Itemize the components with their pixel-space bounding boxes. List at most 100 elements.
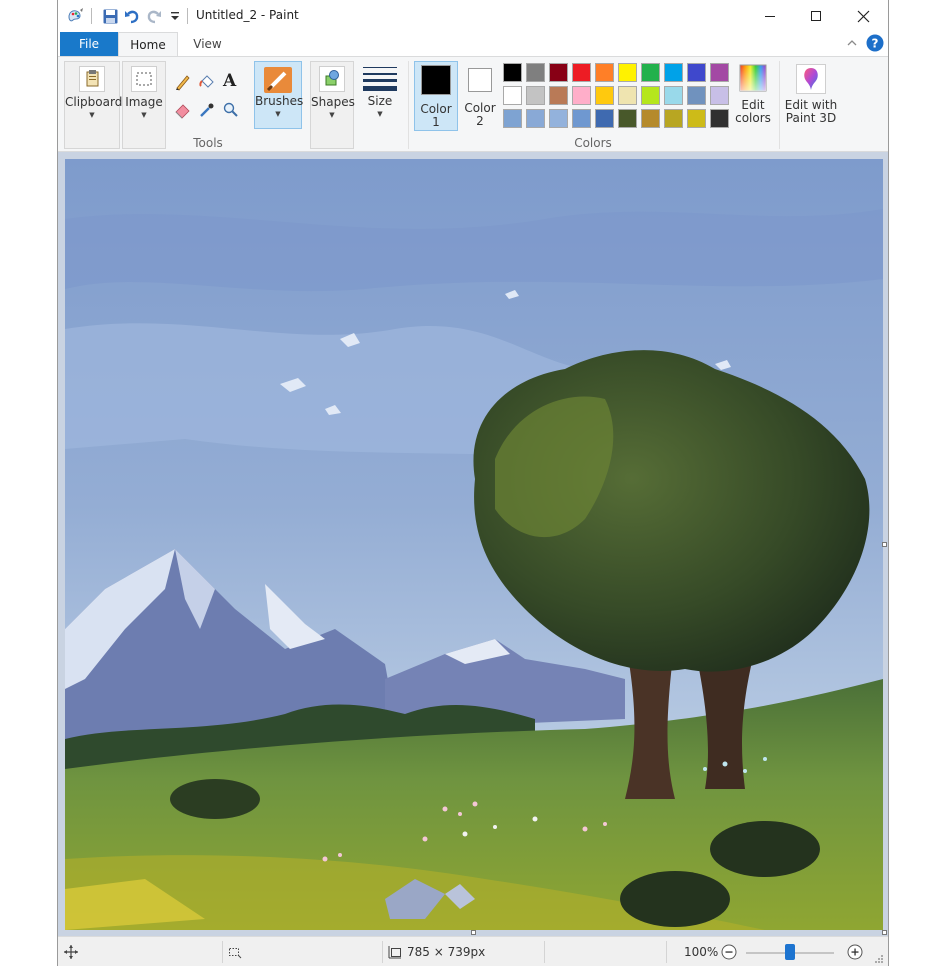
maximize-button[interactable] xyxy=(793,0,839,32)
palette-swatch[interactable] xyxy=(595,63,614,82)
qat-separator-2 xyxy=(186,7,190,25)
palette-swatch[interactable] xyxy=(526,63,545,82)
color1-button[interactable]: Color 1 xyxy=(414,61,458,131)
status-bar: 785 × 739px 100% xyxy=(58,936,888,966)
redo-icon[interactable] xyxy=(146,7,162,25)
canvas-dimensions: 785 × 739px xyxy=(407,945,486,959)
color-picker-icon[interactable] xyxy=(198,101,216,122)
canvas-size-icon xyxy=(388,945,402,962)
color2-swatch xyxy=(468,68,492,92)
clipboard-label: Clipboard xyxy=(65,95,123,109)
clipboard-button[interactable]: Clipboard ▼ xyxy=(64,61,123,149)
edit-colors-button[interactable]: Edit colors xyxy=(732,61,774,131)
palette-swatch[interactable] xyxy=(595,109,614,128)
undo-icon[interactable] xyxy=(124,7,140,25)
eraser-icon[interactable] xyxy=(174,101,192,122)
svg-text:?: ? xyxy=(872,37,879,51)
palette-swatch[interactable] xyxy=(549,63,568,82)
fill-icon[interactable] xyxy=(198,73,216,94)
magnifier-icon[interactable] xyxy=(222,101,240,122)
resize-handle-corner[interactable] xyxy=(882,930,887,935)
shapes-icon xyxy=(311,66,353,96)
text-icon[interactable]: A xyxy=(223,71,236,91)
close-button[interactable] xyxy=(840,0,886,32)
tab-view[interactable]: View xyxy=(180,32,235,56)
shapes-label: Shapes xyxy=(311,95,355,109)
collapse-ribbon-icon[interactable] xyxy=(846,37,858,51)
palette-swatch[interactable] xyxy=(572,109,591,128)
palette-swatch[interactable] xyxy=(710,86,729,105)
palette-swatch[interactable] xyxy=(572,86,591,105)
resize-handle-bottom[interactable] xyxy=(471,930,476,935)
canvas-area xyxy=(58,152,888,936)
palette-swatch[interactable] xyxy=(641,86,660,105)
ribbon-home: Clipboard ▼ Image ▼ A Tools Brushes ▼ Sh… xyxy=(58,56,888,152)
ribbon-tabs: File Home View ? xyxy=(58,32,888,57)
palette-swatch[interactable] xyxy=(503,86,522,105)
zoom-slider-thumb[interactable] xyxy=(785,944,795,960)
image-label: Image xyxy=(125,95,163,109)
brushes-arrow-icon: ▼ xyxy=(275,110,281,118)
palette-swatch[interactable] xyxy=(526,86,545,105)
save-icon[interactable] xyxy=(102,7,118,25)
color2-button[interactable]: Color 2 xyxy=(458,61,502,131)
paint-app-icon[interactable] xyxy=(66,7,84,25)
qat-separator xyxy=(90,7,94,25)
resize-handle-right[interactable] xyxy=(882,542,887,547)
status-divider-1 xyxy=(222,941,223,963)
zoom-out-button[interactable] xyxy=(721,944,737,963)
palette-swatch[interactable] xyxy=(526,109,545,128)
customize-qat-icon[interactable] xyxy=(170,7,180,25)
edit-paint3d-button[interactable]: Edit with Paint 3D xyxy=(782,61,840,131)
palette-swatch[interactable] xyxy=(641,109,660,128)
color1-swatch xyxy=(421,65,451,95)
palette-swatch[interactable] xyxy=(664,63,683,82)
brushes-label: Brushes xyxy=(255,94,304,108)
colors-group-label: Colors xyxy=(574,136,612,150)
palette-swatch[interactable] xyxy=(664,86,683,105)
palette-swatch[interactable] xyxy=(687,86,706,105)
palette-swatch[interactable] xyxy=(687,109,706,128)
tab-file[interactable]: File xyxy=(60,32,118,56)
resize-grip-icon[interactable] xyxy=(874,953,884,966)
zoom-level: 100% xyxy=(684,945,719,959)
palette-swatch[interactable] xyxy=(710,109,729,128)
size-button[interactable]: Size ▼ xyxy=(358,61,402,149)
palette-swatch[interactable] xyxy=(641,63,660,82)
clipboard-icon xyxy=(65,66,119,96)
landscape-painting xyxy=(65,159,883,930)
palette-swatch[interactable] xyxy=(710,63,729,82)
image-arrow-icon: ▼ xyxy=(141,111,147,119)
palette-swatch[interactable] xyxy=(549,109,568,128)
brush-icon xyxy=(255,65,301,95)
size-lines-icon xyxy=(358,65,402,95)
drawing-canvas[interactable] xyxy=(65,159,883,930)
brushes-button[interactable]: Brushes ▼ xyxy=(254,61,304,129)
cursor-position-icon xyxy=(64,945,78,962)
palette-swatch[interactable] xyxy=(687,63,706,82)
color2-number: 2 xyxy=(476,114,484,128)
zoom-in-button[interactable] xyxy=(847,944,863,963)
palette-swatch[interactable] xyxy=(503,63,522,82)
window-title: Untitled_2 - Paint xyxy=(196,8,299,22)
size-label: Size xyxy=(367,94,393,108)
palette-swatch[interactable] xyxy=(618,86,637,105)
help-icon[interactable]: ? xyxy=(866,34,884,55)
shapes-button[interactable]: Shapes ▼ xyxy=(310,61,355,149)
palette-swatch[interactable] xyxy=(664,109,683,128)
title-bar: Untitled_2 - Paint xyxy=(58,0,888,32)
tab-home[interactable]: Home xyxy=(118,32,178,57)
palette-swatch[interactable] xyxy=(595,86,614,105)
rainbow-icon xyxy=(739,64,767,92)
pencil-icon[interactable] xyxy=(174,73,192,94)
palette-swatch[interactable] xyxy=(618,63,637,82)
paint-window: Untitled_2 - Paint File Home View ? Clip… xyxy=(57,0,889,966)
palette-swatch[interactable] xyxy=(572,63,591,82)
palette-swatch[interactable] xyxy=(618,109,637,128)
ribbon-separator xyxy=(408,61,409,149)
palette-swatch[interactable] xyxy=(549,86,568,105)
palette-swatch[interactable] xyxy=(503,109,522,128)
minimize-button[interactable] xyxy=(747,0,793,32)
image-button[interactable]: Image ▼ xyxy=(122,61,166,149)
status-divider-2 xyxy=(382,941,383,963)
